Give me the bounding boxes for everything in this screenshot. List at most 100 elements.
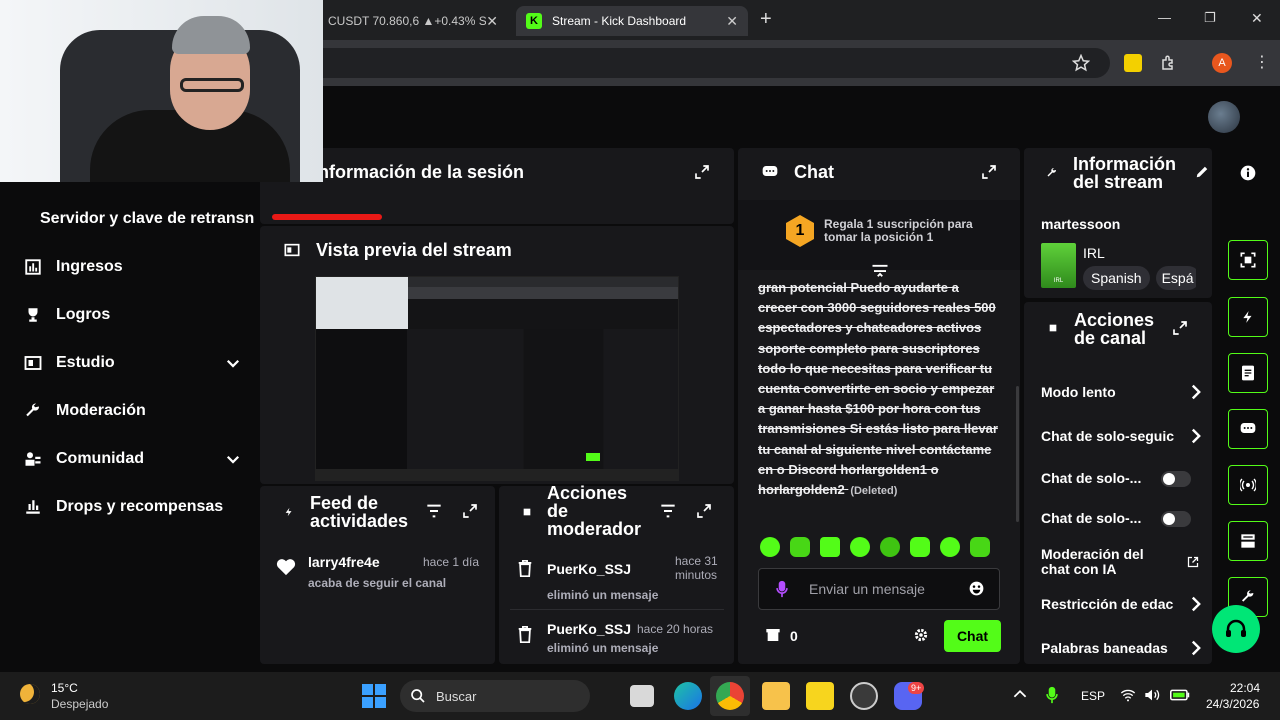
rail-button-broadcast[interactable]	[1228, 465, 1268, 505]
emote-icon[interactable]	[910, 537, 930, 557]
mod-action-user[interactable]: PuerKo_SSJ	[547, 561, 631, 577]
chevron-right-icon	[1191, 596, 1201, 612]
language-indicator[interactable]: ESP	[1081, 689, 1105, 703]
expand-icon[interactable]	[462, 503, 478, 519]
activity-user[interactable]: larry4fre4e	[308, 554, 380, 570]
store-icon[interactable]	[765, 627, 781, 643]
sidebar-header[interactable]: Servidor y clave de retransn	[40, 210, 258, 228]
sidebar-item-ingresos[interactable]: Ingresos	[22, 252, 242, 282]
emote-icon[interactable]	[880, 537, 900, 557]
battery-icon[interactable]	[1170, 689, 1190, 701]
rail-button-layout[interactable]	[1228, 521, 1268, 561]
community-icon	[22, 450, 44, 468]
rail-button-chat[interactable]	[1228, 409, 1268, 449]
rail-button-screen[interactable]	[1228, 240, 1268, 280]
sidebar-item-moderacion[interactable]: Moderación	[22, 396, 242, 426]
window-close-button[interactable]: ✕	[1251, 10, 1263, 27]
toggle-switch[interactable]	[1161, 471, 1191, 487]
menu-dots-icon[interactable]: ⋮	[1254, 52, 1270, 72]
emote-icon[interactable]	[940, 537, 960, 557]
sidebar-item-drops[interactable]: Drops y recompensas	[22, 492, 242, 522]
rail-button-notes[interactable]	[1228, 353, 1268, 393]
stream-preview-video[interactable]	[315, 276, 679, 481]
extension-icon[interactable]	[1124, 54, 1142, 72]
action-followers-only[interactable]: Chat de solo-seguic	[1041, 428, 1201, 444]
mod-action-time: hace 20 horas	[637, 622, 714, 636]
emote-icon[interactable]	[790, 537, 810, 557]
edge-icon[interactable]	[674, 682, 702, 710]
close-icon[interactable]: ✕	[726, 13, 738, 30]
chevron-down-icon[interactable]	[224, 354, 242, 372]
tab-crypto[interactable]: CUSDT 70.860,6 ▲+0.43% Si ✕	[318, 6, 508, 36]
stream-username: martessoon	[1041, 216, 1121, 232]
gear-icon[interactable]	[914, 628, 928, 642]
puzzle-icon[interactable]	[1160, 54, 1178, 72]
rail-button-bolt[interactable]	[1228, 297, 1268, 337]
toggle-switch[interactable]	[1161, 511, 1191, 527]
obs-icon[interactable]	[850, 682, 878, 710]
preview-chat-button-thumb	[586, 453, 600, 461]
action-label: Chat de solo-...	[1041, 510, 1142, 526]
action-ai-moderation[interactable]: Moderación del chat con IA	[1041, 547, 1201, 577]
expand-icon[interactable]	[696, 503, 712, 519]
action-slow-mode[interactable]: Modo lento	[1041, 384, 1201, 400]
support-chat-button[interactable]	[1212, 605, 1260, 653]
mod-action-user[interactable]: PuerKo_SSJ	[547, 621, 631, 637]
title-line: Feed de	[310, 493, 379, 513]
file-explorer-icon[interactable]	[762, 682, 790, 710]
wifi-icon[interactable]	[1120, 688, 1136, 702]
profile-avatar[interactable]: A	[1212, 53, 1232, 73]
sidebar-item-estudio[interactable]: Estudio	[22, 348, 242, 378]
send-chat-button[interactable]: Chat	[944, 620, 1001, 652]
info-icon[interactable]	[1240, 165, 1256, 181]
pinned-toggle-icon[interactable]	[871, 264, 889, 278]
filter-icon[interactable]	[426, 504, 442, 518]
microphone-icon[interactable]	[776, 580, 788, 598]
exness-icon[interactable]	[806, 682, 834, 710]
minimize-button[interactable]: —	[1158, 10, 1171, 25]
chrome-icon[interactable]	[716, 682, 744, 710]
tag-chip[interactable]: Espá	[1155, 266, 1196, 290]
star-icon[interactable]	[1072, 54, 1090, 72]
clock-time[interactable]: 22:04	[1230, 681, 1260, 695]
task-view-icon[interactable]	[630, 685, 654, 707]
emote-icon[interactable]	[970, 537, 990, 557]
sidebar-item-logros[interactable]: Logros	[22, 300, 242, 330]
expand-icon[interactable]	[981, 164, 997, 180]
user-avatar[interactable]	[1208, 101, 1240, 133]
maximize-button[interactable]: ❐	[1204, 10, 1216, 26]
clock-date[interactable]: 24/3/2026	[1206, 697, 1259, 711]
new-tab-button[interactable]: +	[760, 8, 772, 31]
emote-icon[interactable]	[850, 537, 870, 557]
microphone-icon[interactable]	[1046, 686, 1058, 704]
external-link-icon	[1187, 556, 1199, 568]
expand-icon[interactable]	[694, 164, 710, 180]
weather-icon[interactable]	[20, 684, 40, 704]
sidebar-item-label: Comunidad	[56, 450, 144, 467]
stream-category[interactable]: IRL	[1083, 245, 1105, 261]
url-input[interactable]: n	[300, 48, 1110, 78]
emoji-icon[interactable]	[969, 581, 984, 596]
taskbar-search[interactable]: Buscar	[400, 680, 590, 712]
expand-icon[interactable]	[1172, 320, 1188, 336]
close-icon[interactable]: ✕	[486, 13, 498, 30]
emote-icon[interactable]	[760, 537, 780, 557]
edit-pencil-icon[interactable]	[1195, 165, 1209, 179]
tab-kick-dashboard[interactable]: K Stream - Kick Dashboard ✕	[516, 6, 748, 36]
channel-actions-title: Acciones de canal	[1074, 311, 1154, 347]
emote-icon[interactable]	[820, 537, 840, 557]
action-banned-words[interactable]: Palabras baneadas	[1041, 640, 1201, 656]
action-age-restriction[interactable]: Restricción de edac	[1041, 596, 1201, 612]
category-thumbnail[interactable]: IRL	[1041, 243, 1076, 288]
action-label: Modo lento	[1041, 384, 1116, 400]
chat-scrollbar[interactable]	[1016, 386, 1019, 522]
weather-desc: Despejado	[51, 697, 109, 711]
sidebar-item-comunidad[interactable]: Comunidad	[22, 444, 242, 474]
volume-icon[interactable]	[1144, 688, 1160, 702]
tag-chip[interactable]: Spanish	[1083, 266, 1150, 290]
chevron-down-icon[interactable]	[224, 450, 242, 468]
trash-icon	[518, 560, 532, 577]
windows-start-icon[interactable]	[362, 684, 386, 708]
chevron-up-icon[interactable]	[1013, 689, 1027, 699]
filter-icon[interactable]	[660, 504, 676, 518]
